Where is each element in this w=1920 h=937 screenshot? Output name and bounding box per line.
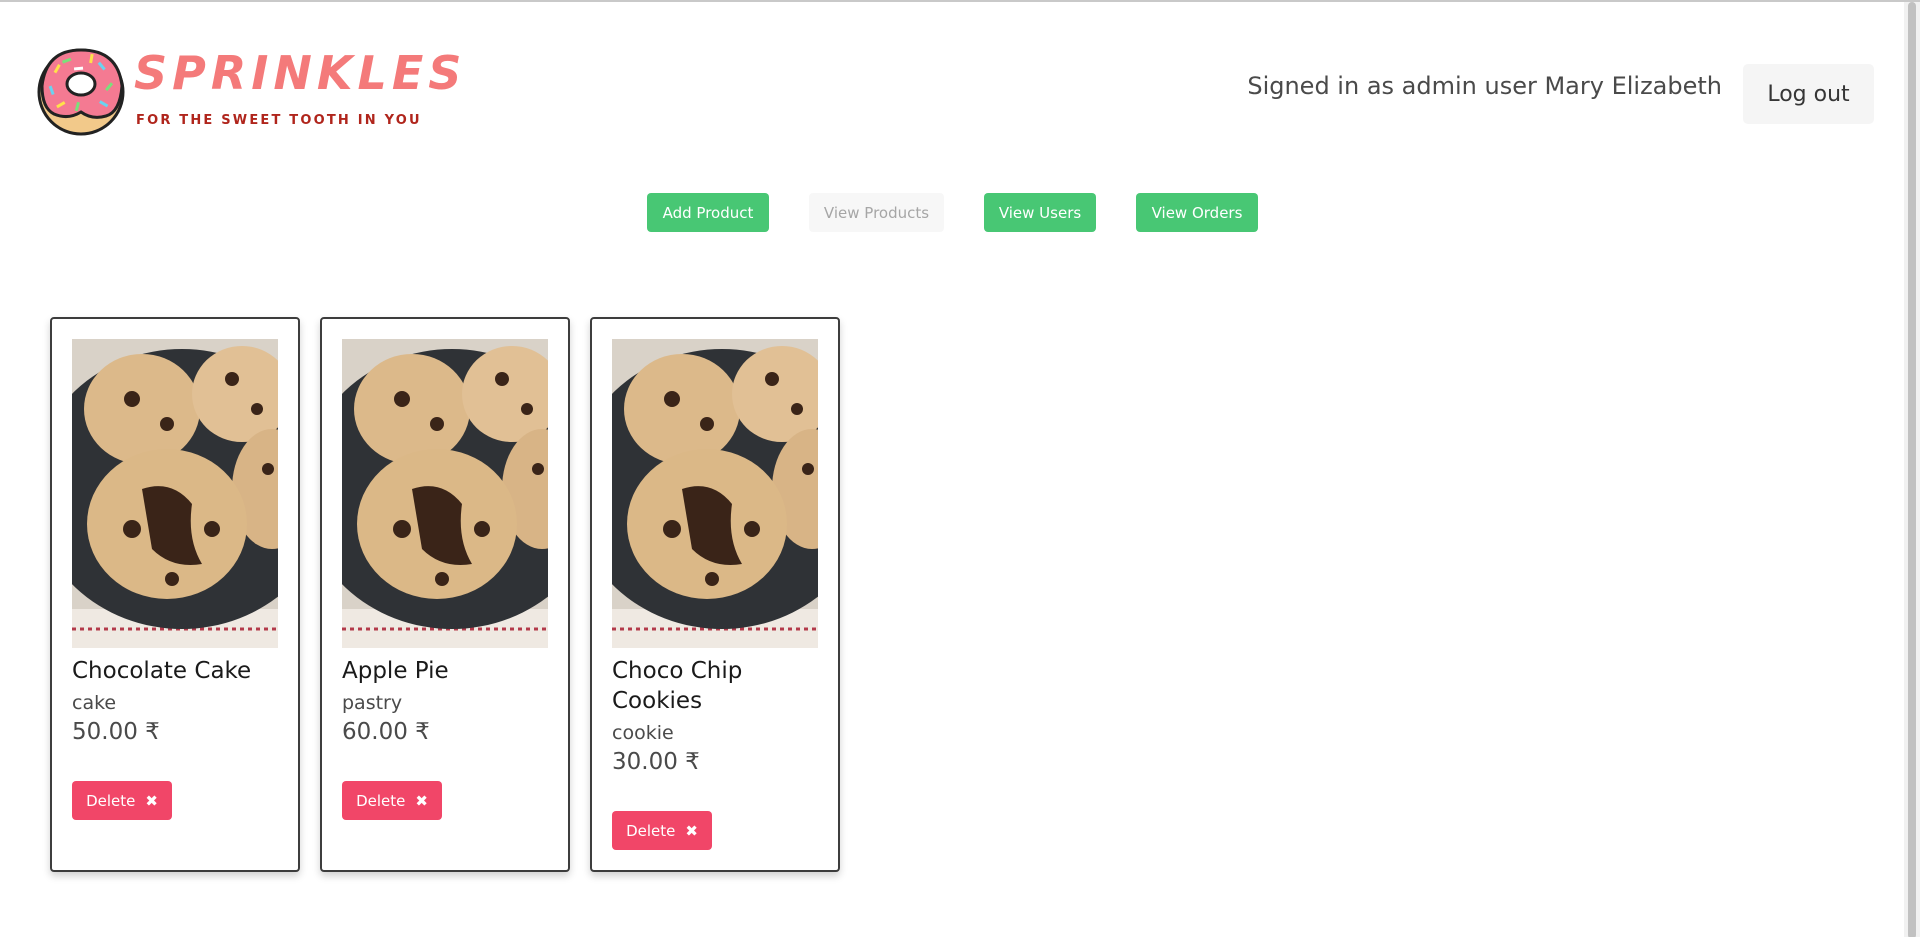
cookie-photo-icon (612, 339, 818, 648)
delete-label: Delete (86, 791, 136, 810)
close-icon: ✖ (415, 791, 428, 810)
logout-button[interactable]: Log out (1743, 64, 1874, 124)
cookie-photo-icon (342, 339, 548, 648)
product-category: cookie (612, 722, 674, 744)
close-icon: ✖ (145, 791, 158, 810)
product-price: 30.00 ₹ (612, 749, 700, 775)
brand-name: SPRINKLES (134, 46, 467, 100)
product-card: Apple Pie pastry 60.00 ₹ Delete ✖ (320, 317, 570, 872)
close-icon: ✖ (685, 821, 698, 840)
view-users-button[interactable]: View Users (984, 193, 1096, 232)
view-orders-button[interactable]: View Orders (1136, 193, 1258, 232)
brand-logo[interactable]: SPRINKLES FOR THE SWEET TOOTH IN YOU (36, 42, 461, 142)
product-name: Apple Pie (342, 658, 449, 684)
delete-button[interactable]: Delete ✖ (342, 781, 442, 820)
product-price: 50.00 ₹ (72, 719, 160, 745)
scrollbar-thumb[interactable] (1908, 2, 1916, 937)
delete-label: Delete (626, 821, 676, 840)
delete-label: Delete (356, 791, 406, 810)
product-category: cake (72, 692, 117, 714)
brand-tagline: FOR THE SWEET TOOTH IN YOU (136, 113, 422, 128)
product-card: Chocolate Cake cake 50.00 ₹ Delete ✖ (50, 317, 300, 872)
product-category: pastry (342, 692, 403, 714)
vertical-scrollbar[interactable] (1904, 2, 1920, 937)
content: SPRINKLES FOR THE SWEET TOOTH IN YOU Sig… (0, 2, 1904, 937)
delete-button[interactable]: Delete ✖ (612, 811, 712, 850)
add-product-button[interactable]: Add Product (647, 193, 769, 232)
donut-logo-icon (37, 48, 125, 136)
product-name: Chocolate Cake (72, 658, 252, 684)
app-page: SPRINKLES FOR THE SWEET TOOTH IN YOU Sig… (0, 0, 1920, 937)
product-card: Choco Chip Cookies cookie 30.00 ₹ Delete… (590, 317, 840, 872)
product-name: Choco Chip Cookies (612, 658, 743, 714)
signed-in-status: Signed in as admin user Mary Elizabeth (1247, 72, 1722, 100)
cookie-photo-icon (72, 339, 278, 648)
delete-button[interactable]: Delete ✖ (72, 781, 172, 820)
view-products-button[interactable]: View Products (809, 193, 944, 232)
product-price: 60.00 ₹ (342, 719, 430, 745)
